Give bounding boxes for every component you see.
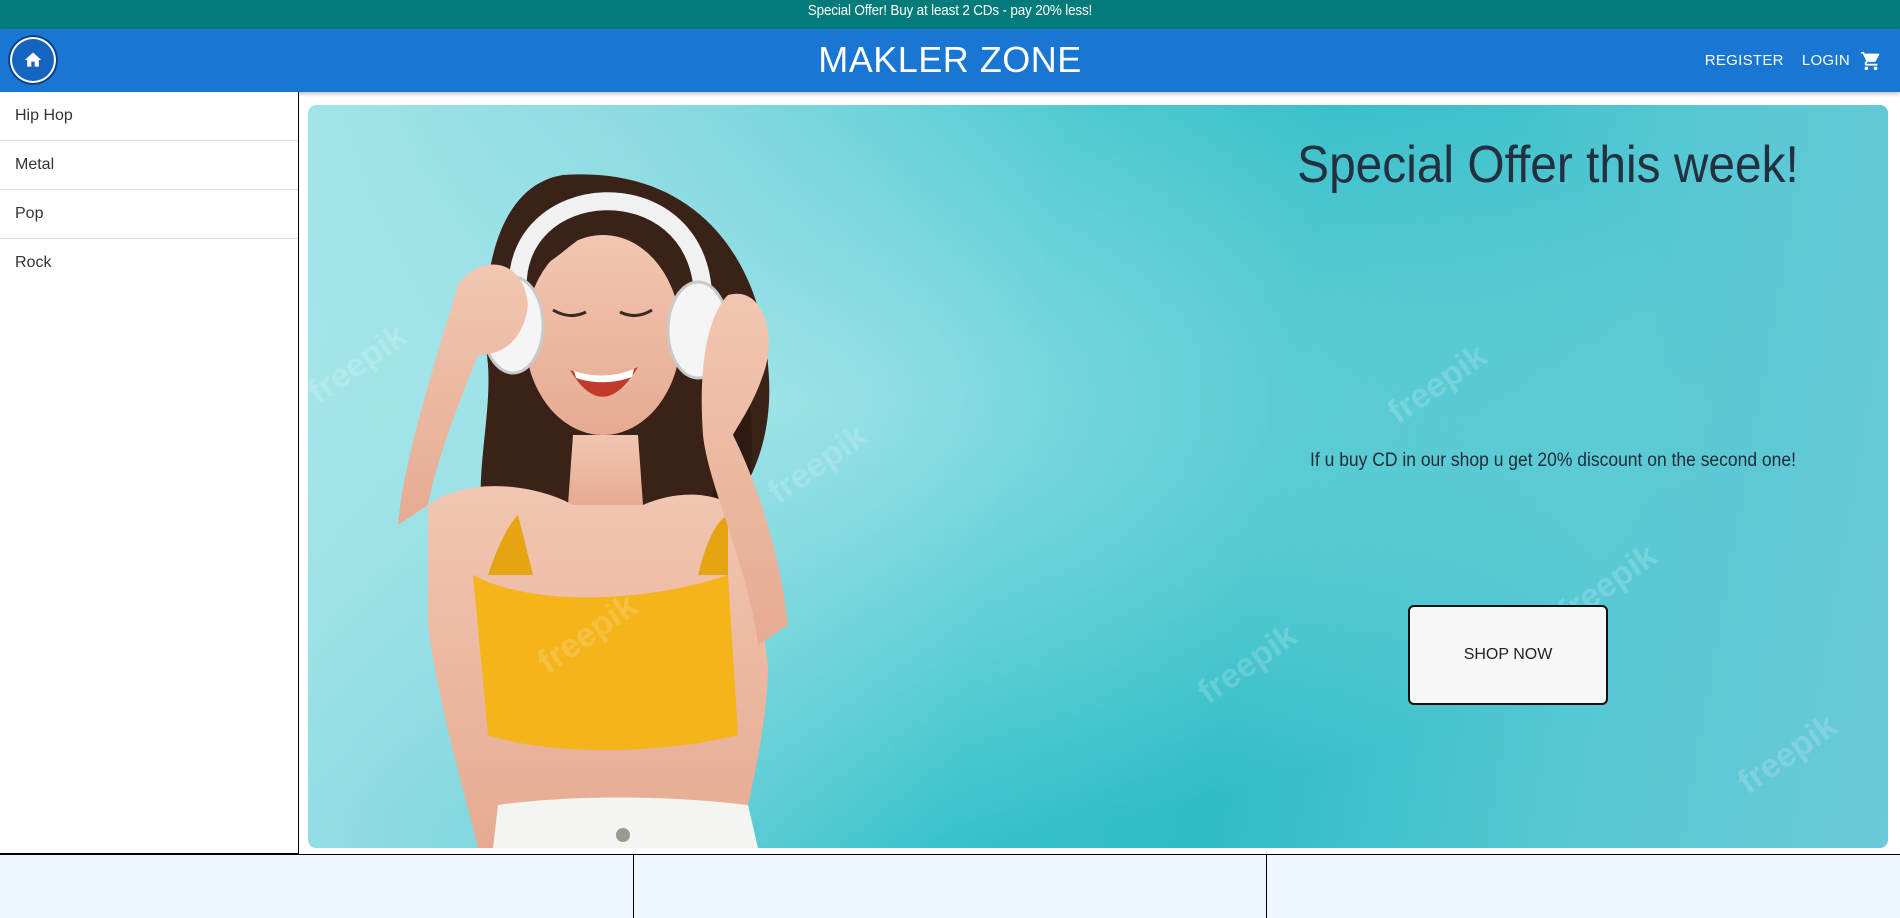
product-card[interactable] xyxy=(634,855,1268,918)
hero-title: Special Offer this week! xyxy=(1297,136,1799,194)
product-row xyxy=(0,854,1900,918)
home-button[interactable] xyxy=(9,36,57,84)
app-header: MAKLER ZONE REGISTER LOGIN xyxy=(0,29,1900,92)
sidebar-item-metal[interactable]: Metal xyxy=(0,141,298,190)
sidebar-item-hip-hop[interactable]: Hip Hop xyxy=(0,92,298,141)
product-card[interactable] xyxy=(1267,855,1900,918)
register-link[interactable]: REGISTER xyxy=(1705,52,1784,69)
promo-banner: Special Offer! Buy at least 2 CDs - pay … xyxy=(0,0,1900,29)
sidebar-item-pop[interactable]: Pop xyxy=(0,190,298,239)
site-title: MAKLER ZONE xyxy=(818,39,1082,80)
hero-description: If u buy CD in our shop u get 20% discou… xyxy=(1310,450,1796,471)
woman-with-headphones-image: freepik freepik freepik freepik freepik … xyxy=(308,105,1888,848)
shop-now-button[interactable]: SHOP NOW xyxy=(1408,605,1608,705)
home-icon xyxy=(24,52,42,67)
product-card[interactable] xyxy=(0,855,634,918)
hero-banner: freepik freepik freepik freepik freepik … xyxy=(308,105,1888,848)
login-link[interactable]: LOGIN xyxy=(1802,52,1850,69)
cart-icon[interactable] xyxy=(1860,50,1882,72)
genre-sidebar: Hip Hop Metal Pop Rock xyxy=(0,92,299,854)
header-actions: REGISTER LOGIN xyxy=(1705,29,1882,92)
sidebar-item-rock[interactable]: Rock xyxy=(0,239,298,287)
promo-text: Special Offer! Buy at least 2 CDs - pay … xyxy=(807,2,1093,19)
